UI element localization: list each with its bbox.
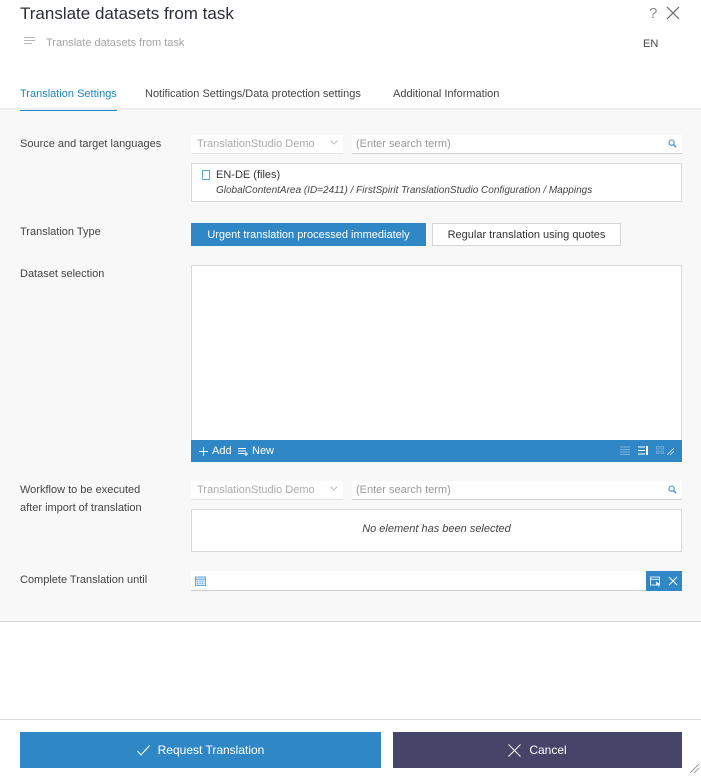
- dialog-subtitle: Translate datasets from task: [24, 36, 184, 49]
- cancel-label: Cancel: [529, 743, 567, 757]
- urgent-translation-button[interactable]: Urgent translation processed immediately: [191, 223, 426, 246]
- grid-view-icon[interactable]: [656, 446, 664, 454]
- tab-additional-information[interactable]: Additional Information: [393, 88, 499, 110]
- complete-until-date-input[interactable]: [191, 571, 647, 591]
- plus-icon: [199, 446, 208, 456]
- cancel-button[interactable]: Cancel: [393, 732, 682, 768]
- workflow-label-line2: after import of translation: [20, 502, 142, 514]
- tab-bar: Translation Settings Notification Settin…: [0, 80, 701, 112]
- resize-handle-icon[interactable]: [667, 448, 674, 455]
- languages-project-value: TranslationStudio Demo: [197, 138, 315, 150]
- clear-date-icon[interactable]: [668, 576, 678, 586]
- add-label: Add: [212, 445, 232, 457]
- workflow-project-select[interactable]: TranslationStudio Demo: [191, 481, 343, 500]
- workflow-project-value: TranslationStudio Demo: [197, 484, 315, 496]
- subtitle-text: Translate datasets from task: [46, 36, 185, 49]
- window-resize-icon[interactable]: [690, 764, 699, 773]
- no-selection-text: No element has been selected: [362, 523, 511, 535]
- workflow-label-line1: Workflow to be executed: [20, 484, 141, 496]
- chevron-down-icon: [330, 486, 338, 491]
- document-icon: [202, 170, 210, 180]
- language-selector[interactable]: EN: [643, 38, 658, 50]
- complete-until-label: Complete Translation until: [20, 574, 148, 586]
- selected-language-item[interactable]: EN-DE (files) GlobalContentArea (ID=2411…: [191, 163, 682, 202]
- search-icon[interactable]: [668, 139, 677, 148]
- languages-search-input[interactable]: (Enter search term): [352, 135, 682, 154]
- languages-search-placeholder: (Enter search term): [356, 138, 451, 150]
- request-translation-label: Request Translation: [157, 743, 265, 757]
- dataset-list[interactable]: [191, 265, 682, 441]
- workflow-search-placeholder: (Enter search term): [356, 484, 451, 496]
- dialog-title: Translate datasets from task: [20, 4, 234, 23]
- dataset-toolbar: Add New: [191, 440, 682, 462]
- new-list-icon: [238, 447, 248, 456]
- check-icon: [136, 744, 150, 756]
- languages-project-select[interactable]: TranslationStudio Demo: [191, 135, 343, 154]
- help-icon[interactable]: ?: [649, 5, 657, 22]
- calendar-icon: [195, 576, 206, 586]
- new-button[interactable]: New: [238, 445, 274, 457]
- workflow-selection-box[interactable]: No element has been selected: [191, 509, 682, 552]
- search-icon[interactable]: [668, 485, 677, 494]
- regular-translation-button[interactable]: Regular translation using quotes: [432, 223, 621, 246]
- description-icon: [24, 36, 36, 49]
- chevron-down-icon: [330, 140, 338, 145]
- dataset-selection-label: Dataset selection: [20, 268, 105, 280]
- date-actions: [646, 571, 682, 591]
- tab-translation-settings[interactable]: Translation Settings: [20, 88, 117, 112]
- new-label: New: [252, 445, 275, 457]
- detail-view-icon[interactable]: [638, 446, 648, 455]
- close-icon: [508, 743, 522, 757]
- footer-divider: [0, 719, 701, 720]
- form-content: Source and target languages TranslationS…: [0, 111, 701, 622]
- dialog-header: Translate datasets from task Translate d…: [0, 0, 701, 66]
- selected-item-path: GlobalContentArea (ID=2411) / FirstSpiri…: [216, 185, 593, 196]
- workflow-search-input[interactable]: (Enter search term): [352, 481, 682, 500]
- date-picker-icon[interactable]: [650, 576, 661, 587]
- workflow-label: Workflow to be executed after import of …: [20, 481, 142, 517]
- tab-notification-settings[interactable]: Notification Settings/Data protection se…: [145, 88, 361, 110]
- languages-label: Source and target languages: [20, 138, 162, 150]
- selected-item-title: EN-DE (files): [216, 169, 281, 181]
- list-view-icon[interactable]: [620, 446, 630, 455]
- request-translation-button[interactable]: Request Translation: [20, 732, 381, 768]
- close-icon[interactable]: [665, 5, 681, 21]
- add-button[interactable]: Add: [199, 445, 232, 457]
- translation-type-label: Translation Type: [20, 226, 101, 238]
